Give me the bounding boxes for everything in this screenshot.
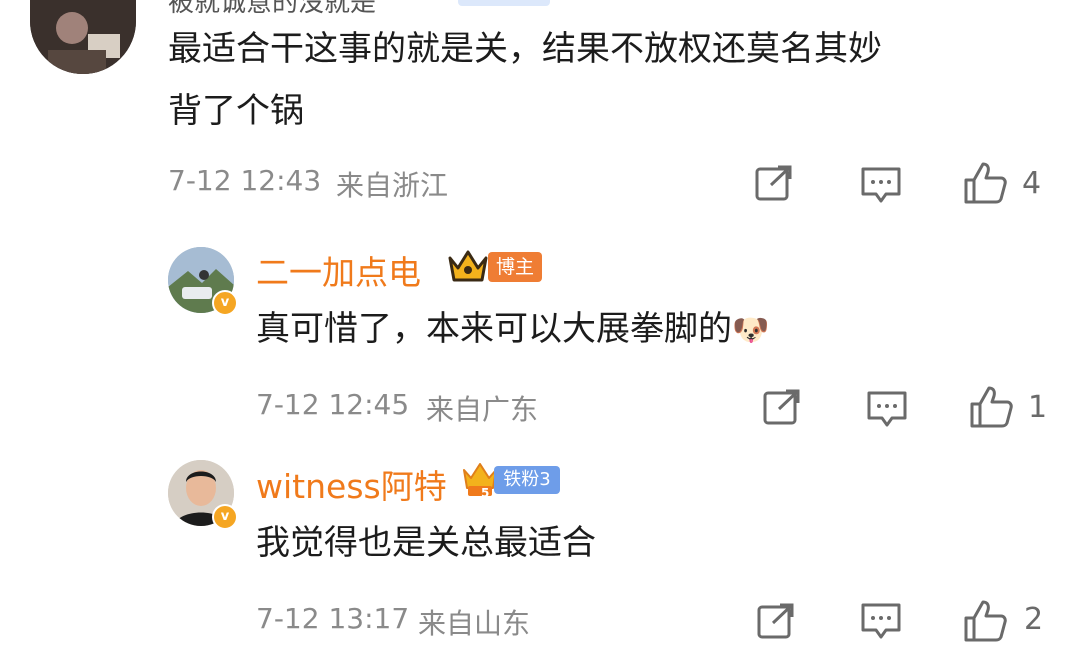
comment-time: 7-12 12:43 — [168, 164, 322, 197]
reply-author[interactable]: 二一加点电 — [256, 246, 421, 294]
like-icon[interactable] — [962, 160, 1008, 210]
share-icon[interactable] — [754, 164, 794, 208]
reply-text: 真可惜了，本来可以大展拳脚的🐶 — [256, 302, 769, 358]
like-icon[interactable] — [962, 598, 1008, 648]
comment-text-line1: 最适合干这事的就是关，结果不放权还莫名其妙 — [168, 29, 882, 69]
reply-time: 7-12 12:45 — [256, 388, 410, 421]
avatar[interactable] — [30, 0, 136, 74]
comment-text-line2: 背了个锅 — [168, 91, 304, 131]
like-icon[interactable] — [968, 384, 1014, 434]
verified-icon: v — [212, 504, 238, 530]
dog-emoji: 🐶 — [732, 313, 770, 348]
blogger-badge: 博主 — [488, 252, 542, 282]
reply-location: 来自山东 — [418, 607, 531, 640]
reply-time: 7-12 13:17 — [256, 602, 410, 635]
reply-text-content: 真可惜了，本来可以大展拳脚的 — [256, 309, 732, 349]
fan-badge: 铁粉3 — [494, 466, 560, 494]
comment-location: 来自浙江 — [336, 169, 449, 202]
reply-author[interactable]: witness阿特 — [256, 460, 447, 508]
reply-location: 来自广东 — [426, 393, 539, 426]
author-badge — [458, 0, 550, 6]
comment-icon[interactable] — [866, 390, 908, 434]
like-count: 4 — [1022, 166, 1042, 201]
like-count: 2 — [1024, 602, 1044, 637]
reply-text: 我觉得也是关总最适合 — [256, 523, 596, 563]
comment-icon[interactable] — [860, 602, 902, 646]
fan-level: 5 — [481, 486, 490, 500]
comment-author[interactable]: 被就诚意的没就是 — [168, 0, 376, 19]
like-count: 1 — [1028, 390, 1048, 425]
share-icon[interactable] — [762, 388, 802, 432]
crown-icon — [446, 248, 490, 286]
verified-icon: v — [212, 290, 238, 316]
share-icon[interactable] — [756, 602, 796, 646]
comment-icon[interactable] — [860, 166, 902, 210]
